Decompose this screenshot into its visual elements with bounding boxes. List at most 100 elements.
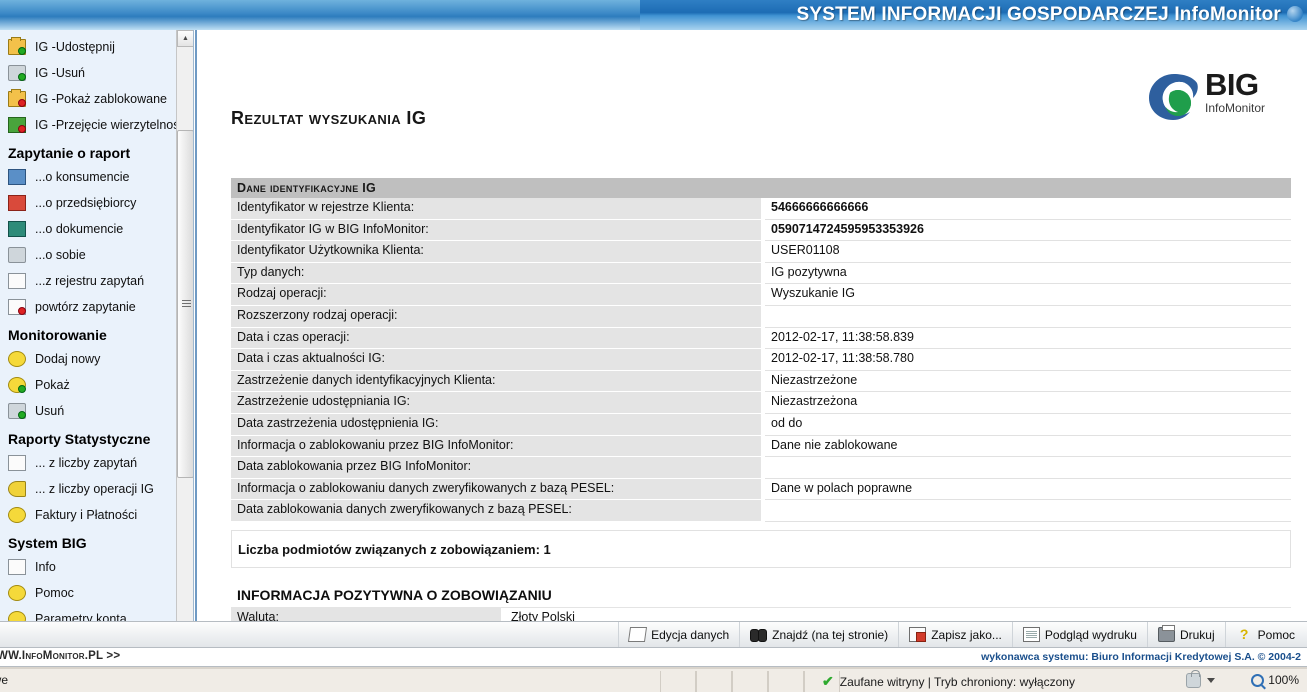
- table-row-value: 2012-02-17, 11:38:58.839: [765, 327, 1291, 350]
- table-row: Zastrzeżenie udostępniania IG: Niezastrze…: [231, 392, 1291, 414]
- command-label: Zapisz jako...: [931, 627, 1002, 642]
- footer-site-link[interactable]: WWW.InfoMonitor.PL >>: [0, 650, 120, 662]
- command-save-as-button[interactable]: Zapisz jako...: [898, 622, 1012, 647]
- command-edit-data-button[interactable]: Edycja danych: [618, 622, 739, 647]
- command-print-preview-button[interactable]: Podgląd wydruku: [1011, 622, 1147, 647]
- app-title-main: SYSTEM INFORMACJI GOSPODARCZEJ: [796, 4, 1175, 25]
- save-as-icon: [909, 627, 927, 642]
- stats-queries-icon: [8, 454, 28, 472]
- table-row-key: Data zablokowania przez BIG InfoMonitor:: [231, 457, 761, 479]
- sidebar-item-18[interactable]: Faktury i Płatności: [0, 502, 193, 528]
- sidebar-item-label: ...o przedsiębiorcy: [35, 196, 137, 210]
- sidebar-item-2[interactable]: IG -Pokaż zablokowane: [0, 86, 193, 112]
- scrollbar-thumb[interactable]: [177, 130, 193, 478]
- page-title: Rezultat wyszukania IG: [231, 108, 427, 128]
- sidebar-item-12[interactable]: Dodaj nowy: [0, 346, 193, 372]
- sidebar-item-label: IG -Udostępnij: [35, 40, 115, 54]
- table-row: Identyfikator IG w BIG InfoMonitor: 05907…: [231, 219, 1291, 242]
- table-row-key: Identyfikator Użytkownika Klienta:: [231, 241, 761, 263]
- sidebar-item-9[interactable]: ...z rejestru zapytań: [0, 268, 193, 294]
- chevron-down-icon[interactable]: [1207, 678, 1215, 683]
- sidebar-item-0[interactable]: IG -Udostępnij: [0, 34, 193, 60]
- table-row: Data zablokowania przez BIG InfoMonitor:: [231, 457, 1291, 479]
- command-label: Pomoc: [1257, 627, 1295, 642]
- browser-window: SYSTEM INFORMACJI GOSPODARCZEJ InfoMonit…: [0, 0, 1307, 692]
- table-row: Identyfikator Użytkownika Klienta: USER01…: [231, 241, 1291, 263]
- command-label: Znajdź (na tej stronie): [772, 627, 889, 642]
- table-row-value: [765, 457, 1291, 479]
- sidebar-item-20[interactable]: Info: [0, 554, 193, 580]
- sidebar-item-14[interactable]: Usuń: [0, 398, 193, 424]
- identification-data-table: Dane identyfikacyjne IG Identyfikator w …: [231, 178, 1291, 522]
- sidebar-item-label: IG -Usuń: [35, 66, 86, 80]
- sidebar-item-label: Pomoc: [35, 586, 74, 600]
- command-label: Drukuj: [1179, 627, 1215, 642]
- sidebar-item-6[interactable]: ...o przedsiębiorcy: [0, 190, 193, 216]
- command-binoculars-button[interactable]: Znajdź (na tej stronie): [739, 622, 898, 647]
- table-row: Typ danych: IG pozytywna: [231, 262, 1291, 285]
- sidebar-item-5[interactable]: ...o konsumencie: [0, 164, 193, 190]
- print-preview-icon: [1022, 627, 1040, 642]
- table-row-value: Niezastrzeżone: [765, 370, 1291, 393]
- obligation-row-value: Złoty Polski: [505, 608, 1291, 621]
- bulb-add-icon: [8, 350, 28, 368]
- sidebar-item-8[interactable]: ...o sobie: [0, 242, 193, 268]
- status-segment: [660, 671, 696, 692]
- app-title-brand: InfoMonitor: [1174, 4, 1281, 25]
- table-row-value: 54666666666666: [765, 198, 1291, 220]
- sidebar-item-13[interactable]: Pokaż: [0, 372, 193, 398]
- logo-mark-icon: [1149, 74, 1198, 120]
- command-help-question-button[interactable]: ? Pomoc: [1224, 622, 1305, 647]
- sidebar-item-3[interactable]: IG -Przejęcie wierzytelności: [0, 112, 193, 138]
- sidebar-item-label: ...o dokumencie: [35, 222, 124, 236]
- status-segment: [732, 671, 768, 692]
- register-icon: [8, 272, 28, 290]
- folder-share-icon: [8, 37, 28, 56]
- lock-icon: [1186, 670, 1201, 688]
- command-printer-button[interactable]: Drukuj: [1146, 622, 1225, 647]
- protected-mode-control[interactable]: [1186, 670, 1215, 688]
- security-zone-label: Zaufane witryny | Tryb chroniony: wyłącz…: [839, 674, 1075, 689]
- table-row-value: Wyszukanie IG: [765, 284, 1291, 306]
- table-row: Informacja o zablokowaniu przez BIG Info…: [231, 435, 1291, 458]
- table-row: Data zablokowania danych zweryfikowanych…: [231, 500, 1291, 522]
- sidebar-item-16[interactable]: ... z liczby zapytań: [0, 450, 193, 476]
- logo-big-text: BIG: [1205, 67, 1259, 102]
- sidebar-group-11: Monitorowanie: [8, 327, 107, 343]
- subject-count-row: Liczba podmiotów związanych z zobowiązan…: [231, 530, 1291, 568]
- sidebar-item-7[interactable]: ...o dokumencie: [0, 216, 193, 242]
- sidebar-item-21[interactable]: Pomoc: [0, 580, 193, 606]
- app-title: SYSTEM INFORMACJI GOSPODARCZEJ InfoMonit…: [797, 4, 1281, 26]
- sidebar-group-4: Zapytanie o raport: [8, 145, 131, 161]
- business-icon: [8, 194, 28, 212]
- sidebar-item-1[interactable]: IG -Usuń: [0, 60, 193, 86]
- table-row: Identyfikator w rejestrze Klienta: 546666…: [231, 198, 1291, 220]
- zoom-control[interactable]: 100%: [1251, 673, 1299, 687]
- sidebar-nav-list: IG -Udostępnij IG -Usuń IG -Pokaż zablokow…: [0, 30, 193, 655]
- table-section-header: Dane identyfikacyjne IG: [231, 178, 1291, 198]
- delete-disc-icon: [8, 64, 28, 82]
- magnifier-show-icon: [8, 376, 28, 394]
- table-body: Identyfikator w rejestrze Klienta: 546666…: [231, 198, 1291, 522]
- info-icon: [8, 558, 28, 576]
- obligation-row-key: Waluta:: [231, 608, 501, 621]
- sidebar-scrollbar[interactable]: ▲ ▼: [176, 30, 193, 655]
- sidebar-item-10[interactable]: powtórz zapytanie: [0, 294, 193, 320]
- document-icon: [8, 220, 28, 238]
- security-zone-indicator[interactable]: ✔ Zaufane witryny | Tryb chroniony: wyłą…: [822, 673, 1075, 690]
- sidebar-item-label: IG -Przejęcie wierzytelności: [35, 118, 189, 132]
- sidebar-item-label: ... z liczby operacji IG: [35, 482, 154, 496]
- sidebar-group-15: Raporty Statystyczne: [8, 431, 151, 447]
- table-row-value: [765, 305, 1291, 328]
- command-toolbar: Edycja danych Znajdź (na tej stronie) Zapi…: [0, 621, 1307, 648]
- table-row-value: Dane nie zablokowane: [765, 435, 1291, 458]
- section-body: Waluta:Złoty PolskiKwota zobowiazania:45…: [231, 608, 1291, 621]
- edit-data-icon: [628, 627, 648, 642]
- command-label: Edycja danych: [651, 627, 730, 642]
- scroll-up-arrow-icon[interactable]: ▲: [177, 30, 193, 47]
- self-icon: [8, 246, 28, 264]
- table-row: Zastrzeżenie danych identyfikacyjnych Kl…: [231, 370, 1291, 393]
- browser-status-bar: owe ✔ Zaufane witryny | Tryb chroniony: …: [0, 667, 1307, 692]
- sidebar-item-17[interactable]: ... z liczby operacji IG: [0, 476, 193, 502]
- table-row-value: 0590714724595953353926: [765, 219, 1291, 242]
